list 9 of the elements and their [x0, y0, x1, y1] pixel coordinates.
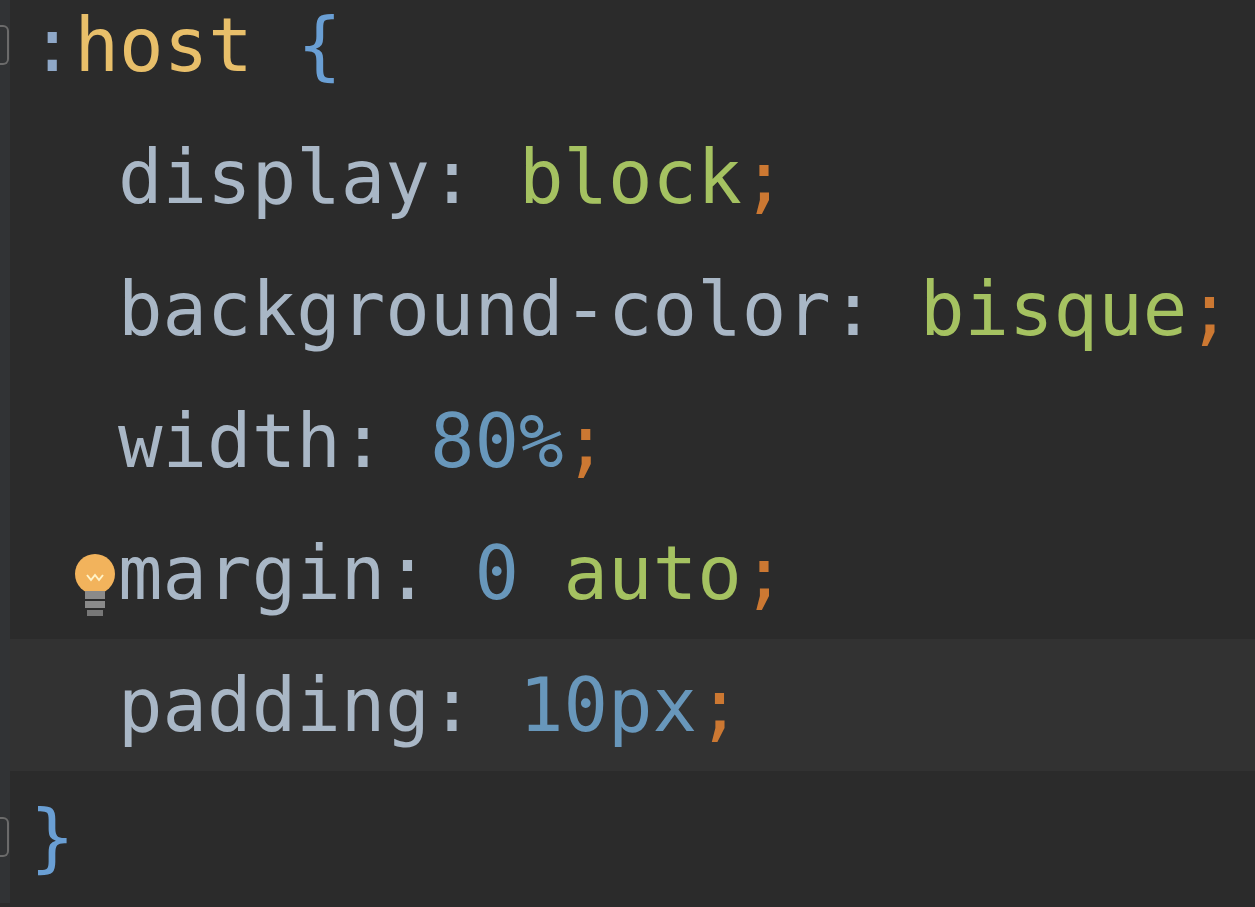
code-line: background-color: bisque;: [118, 264, 1232, 354]
fold-marker-icon[interactable]: [0, 25, 9, 65]
code-line: margin: 0 auto;: [118, 528, 787, 618]
code-line: padding: 10px;: [118, 660, 742, 750]
code-line: width: 80%;: [118, 396, 609, 486]
code-line: display: block;: [118, 132, 787, 222]
code-line: }: [30, 792, 75, 882]
fold-marker-icon[interactable]: [0, 817, 9, 857]
code-line: :host {: [30, 0, 342, 90]
